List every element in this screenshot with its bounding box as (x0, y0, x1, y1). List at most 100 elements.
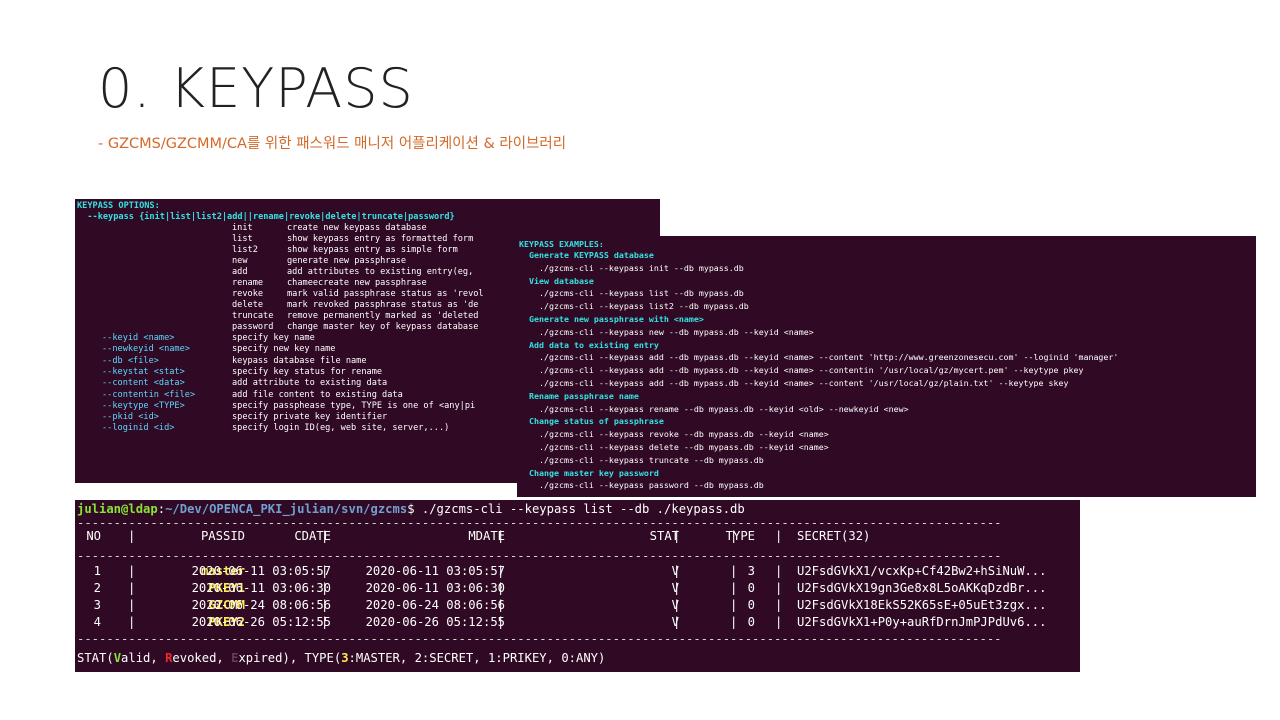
column-divider: | (497, 581, 505, 595)
subcommand-name: new (232, 256, 248, 266)
flag-desc: specify login ID(eg, web site, server,..… (232, 423, 450, 434)
subcommand-desc: add attributes to existing entry(eg, (287, 267, 479, 277)
legend-master-type: 3 (341, 651, 349, 665)
table-separator-bottom: ----------------------------------------… (77, 632, 1002, 646)
example-section-heading: View database (519, 275, 594, 286)
column-divider: | (321, 615, 329, 629)
subcommand-desc: show keypass entry as simple form (287, 245, 458, 255)
subcommand-desc: mark valid passphrase status as 'revol (287, 289, 484, 299)
subcommand-name: add (232, 267, 248, 277)
column-divider: | (497, 564, 505, 578)
column-divider: | (673, 529, 681, 543)
options-usage-line: --keypass {init|list|list2|add||rename|r… (77, 212, 455, 222)
cell-mdate: 2020-06-11 03:05:57 (365, 564, 505, 578)
subcommand-desc: change master key of keypass database (287, 322, 479, 332)
example-section-heading: Change master key password (519, 467, 659, 478)
example-command: ./gzcms-cli --keypass init --db mypass.d… (519, 262, 744, 273)
example-command: ./gzcms-cli --keypass list --db mypass.d… (519, 288, 744, 299)
legend-valid-letter: V (113, 651, 122, 665)
flag-desc: add attribute to existing data (232, 378, 388, 389)
column-header-no: NO (86, 529, 101, 543)
subcommand-name: revoke (232, 289, 264, 299)
subcommand-name: truncate (232, 311, 274, 321)
cell-no: 3 (93, 598, 101, 612)
subcommand-desc: mark revoked passphrase status as 'de (287, 300, 479, 310)
flag-name: --loginid <id> (102, 423, 175, 434)
subcommand-name: init (232, 223, 253, 233)
slide-title: 0. KEYPASS (98, 57, 414, 120)
column-divider: | (128, 564, 136, 578)
column-divider: | (775, 564, 783, 578)
example-command: ./gzcms-cli --keypass add --db mypass.db… (519, 352, 1119, 363)
example-command: ./gzcms-cli --keypass rename --db mypass… (519, 403, 909, 414)
column-divider: | (730, 581, 738, 595)
cell-secret: U2FsdGVkX19gn3Ge8x8L5oAKKqDzdBr... (797, 581, 1047, 595)
column-divider: | (775, 598, 783, 612)
flag-desc: specify key name (232, 333, 315, 343)
flag-name: --db <file> (102, 355, 159, 366)
example-section-heading: Rename passphrase name (519, 390, 639, 401)
legend-text: alid, (121, 651, 166, 665)
status-legend: STAT(Valid, Revoked, Expired), TYPE(3:MA… (77, 650, 605, 667)
column-divider: | (730, 529, 738, 543)
flag-name: --pkid <id> (102, 412, 159, 423)
subcommand-desc: generate new passphrase (287, 256, 406, 266)
cell-secret: U2FsdGVkX18EkS52K65sE+05uEt3zgx... (797, 598, 1047, 612)
subcommand-name: list (232, 234, 253, 244)
column-divider: | (497, 598, 505, 612)
flag-desc: add file content to existing data (232, 389, 403, 400)
examples-heading: KEYPASS EXAMPLES: (519, 239, 604, 249)
cell-cdate: 2020-06-26 05:12:55 (191, 615, 331, 629)
example-command: ./gzcms-cli --keypass truncate --db mypa… (519, 454, 764, 465)
cell-secret: U2FsdGVkX1/vcxKp+Cf42Bw2+hSiNuW... (797, 564, 1047, 578)
table-separator-mid: ----------------------------------------… (77, 549, 1002, 563)
column-divider: | (321, 564, 329, 578)
flag-desc: specify passphease type, TYPE is one of … (232, 400, 476, 411)
cell-no: 1 (93, 564, 101, 578)
example-section-heading: Generate KEYPASS database (519, 250, 654, 260)
flag-name: --contentin <file> (102, 389, 196, 400)
prompt-path: ~/Dev/OPENCA_PKI_julian/svn/gzcms (165, 502, 408, 516)
subcommand-desc: remove permanently marked as 'deleted (287, 311, 479, 321)
column-header-cdate: CDATE (294, 529, 331, 543)
flag-name: --keystat <stat> (102, 366, 185, 377)
column-divider: | (673, 564, 681, 578)
column-divider: | (128, 598, 136, 612)
examples-terminal-panel: KEYPASS EXAMPLES: Generate KEYPASS datab… (517, 236, 1256, 497)
subcommand-name: rename (232, 278, 264, 288)
column-divider: | (321, 598, 329, 612)
example-command: ./gzcms-cli --keypass password --db mypa… (519, 480, 764, 491)
column-header-secret: SECRET(32) (797, 529, 871, 543)
subcommand-name: delete (232, 300, 264, 310)
column-divider: | (730, 615, 738, 629)
cell-cdate: 2020-06-11 03:06:30 (191, 581, 331, 595)
options-heading: KEYPASS OPTIONS: (77, 201, 160, 211)
cell-no: 4 (93, 615, 101, 629)
example-command: ./gzcms-cli --keypass add --db mypass.db… (519, 365, 1084, 376)
example-command: ./gzcms-cli --keypass add --db mypass.db… (519, 378, 1069, 388)
flag-desc: keypass database file name (232, 355, 367, 366)
example-command: ./gzcms-cli --keypass new --db mypass.db… (519, 326, 814, 337)
example-command: ./gzcms-cli --keypass list2 --db mypass.… (519, 301, 749, 312)
keypass-list-terminal-panel: julian@ldap:~/Dev/OPENCA_PKI_julian/svn/… (75, 500, 1080, 672)
flag-name: --keytype <TYPE> (102, 400, 185, 411)
cell-mdate: 2020-06-11 03:06:30 (365, 581, 505, 595)
subcommand-desc: create new keypass database (287, 223, 427, 233)
flag-name: --keyid <name> (102, 333, 175, 343)
flag-name: --newkeyid <name> (102, 344, 190, 355)
legend-text: STAT( (77, 651, 114, 665)
column-divider: | (673, 598, 681, 612)
column-divider: | (128, 581, 136, 595)
column-divider: | (673, 581, 681, 595)
flag-desc: specify private key identifier (232, 412, 388, 423)
column-divider: | (775, 615, 783, 629)
slide-subtitle: - GZCMS/GZCMM/CA를 위한 패스워드 매니저 어플리케이션 & 라… (98, 136, 567, 152)
example-section-heading: Change status of passphrase (519, 416, 664, 427)
column-divider: | (321, 581, 329, 595)
flag-name: --content <data> (102, 378, 185, 389)
column-divider: | (673, 615, 681, 629)
flag-desc: specify new key name (232, 344, 336, 355)
prompt-user: julian@ldap (77, 502, 158, 516)
subcommand-desc: chameecreate new passphrase (287, 278, 427, 288)
example-command: ./gzcms-cli --keypass delete --db mypass… (519, 442, 829, 452)
